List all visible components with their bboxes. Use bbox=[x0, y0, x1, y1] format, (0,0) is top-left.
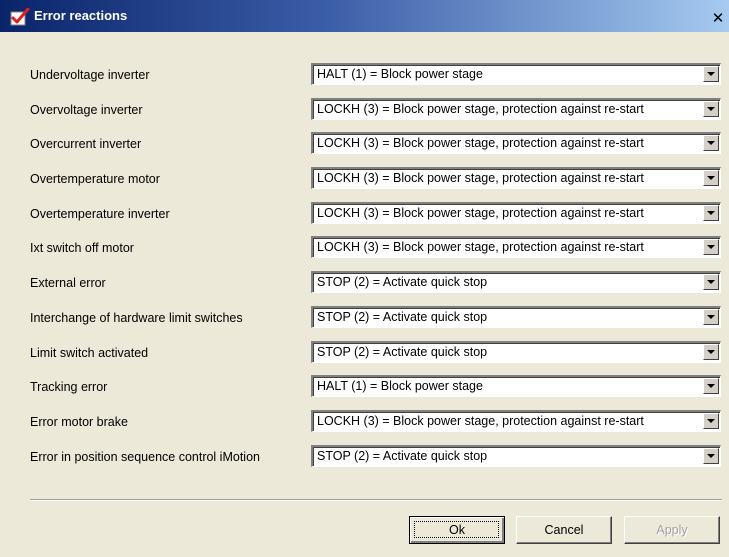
apply-button[interactable]: Apply bbox=[624, 516, 720, 544]
dropdown-button[interactable] bbox=[703, 170, 719, 187]
dropdown-button[interactable] bbox=[703, 412, 719, 429]
setting-label: Overvoltage inverter bbox=[30, 102, 143, 117]
reaction-selected-value: STOP (2) = Activate quick stop bbox=[317, 344, 488, 359]
reaction-selected-value: LOCKH (3) = Block power stage, protectio… bbox=[317, 136, 644, 151]
setting-row-interchange-limit-switches: Interchange of hardware limit switches S… bbox=[0, 305, 729, 341]
setting-row-overtemperature-motor: Overtemperature motor LOCKH (3) = Block … bbox=[0, 167, 729, 202]
setting-row-undervoltage-inverter: Undervoltage inverter HALT (1) = Block p… bbox=[0, 63, 729, 98]
reaction-selected-value: LOCKH (3) = Block power stage, protectio… bbox=[317, 413, 644, 428]
reaction-selected-value: LOCKH (3) = Block power stage, protectio… bbox=[317, 205, 644, 220]
chevron-down-icon bbox=[707, 453, 715, 458]
reaction-dropdown[interactable]: LOCKH (3) = Block power stage, protectio… bbox=[311, 97, 721, 120]
chevron-down-icon bbox=[707, 176, 715, 181]
setting-label: Tracking error bbox=[30, 380, 108, 395]
chevron-down-icon bbox=[707, 245, 715, 250]
dropdown-button[interactable] bbox=[703, 135, 719, 152]
reaction-dropdown[interactable]: STOP (2) = Activate quick stop bbox=[311, 271, 721, 294]
reaction-selected-value: HALT (1) = Block power stage bbox=[317, 379, 483, 394]
setting-label: Error in position sequence control iMoti… bbox=[30, 449, 260, 464]
setting-row-overtemperature-inverter: Overtemperature inverter LOCKH (3) = Blo… bbox=[0, 201, 729, 237]
dropdown-button[interactable] bbox=[703, 343, 719, 360]
reaction-selected-value: STOP (2) = Activate quick stop bbox=[317, 309, 488, 324]
dropdown-button[interactable] bbox=[703, 378, 719, 395]
chevron-down-icon bbox=[707, 106, 715, 111]
chevron-down-icon bbox=[707, 314, 715, 319]
chevron-down-icon bbox=[707, 349, 715, 354]
setting-row-tracking-error: Tracking error HALT (1) = Block power st… bbox=[0, 375, 729, 410]
setting-row-position-sequence-control: Error in position sequence control iMoti… bbox=[0, 444, 729, 480]
close-icon[interactable]: ✕ bbox=[709, 10, 727, 26]
reaction-dropdown[interactable]: LOCKH (3) = Block power stage, protectio… bbox=[311, 236, 721, 259]
setting-label: Overtemperature inverter bbox=[30, 206, 170, 221]
chevron-down-icon bbox=[707, 384, 715, 389]
setting-label: Ixt switch off motor bbox=[30, 241, 134, 256]
reaction-dropdown[interactable]: LOCKH (3) = Block power stage, protectio… bbox=[311, 132, 721, 155]
dropdown-button[interactable] bbox=[703, 100, 719, 117]
setting-label: Error motor brake bbox=[30, 414, 128, 429]
reaction-dropdown[interactable]: HALT (1) = Block power stage bbox=[311, 375, 721, 398]
ok-button-label: Ok bbox=[449, 523, 465, 537]
reaction-dropdown[interactable]: STOP (2) = Activate quick stop bbox=[311, 305, 721, 328]
setting-row-overcurrent-inverter: Overcurrent inverter LOCKH (3) = Block p… bbox=[0, 132, 729, 167]
reaction-dropdown[interactable]: STOP (2) = Activate quick stop bbox=[311, 444, 721, 467]
setting-label: Interchange of hardware limit switches bbox=[30, 310, 243, 325]
reaction-selected-value: LOCKH (3) = Block power stage, protectio… bbox=[317, 171, 644, 186]
setting-row-limit-switch-activated: Limit switch activated STOP (2) = Activa… bbox=[0, 340, 729, 376]
dropdown-button[interactable] bbox=[703, 308, 719, 325]
reaction-selected-value: LOCKH (3) = Block power stage, protectio… bbox=[317, 240, 644, 255]
chevron-down-icon bbox=[707, 141, 715, 146]
chevron-down-icon bbox=[707, 280, 715, 285]
reaction-selected-value: LOCKH (3) = Block power stage, protectio… bbox=[317, 101, 644, 116]
chevron-down-icon bbox=[707, 418, 715, 423]
reaction-dropdown[interactable]: LOCKH (3) = Block power stage, protectio… bbox=[311, 409, 721, 432]
dropdown-button[interactable] bbox=[703, 239, 719, 256]
app-icon bbox=[10, 8, 30, 26]
apply-button-label: Apply bbox=[656, 523, 688, 537]
error-reactions-dialog: Error reactions ✕ Undervoltage inverter … bbox=[0, 0, 729, 557]
reaction-dropdown[interactable]: LOCKH (3) = Block power stage, protectio… bbox=[311, 167, 721, 190]
cancel-button[interactable]: Cancel bbox=[516, 516, 612, 544]
title-bar[interactable]: Error reactions ✕ bbox=[0, 0, 729, 32]
dropdown-button[interactable] bbox=[703, 204, 719, 221]
setting-label: Undervoltage inverter bbox=[30, 68, 150, 82]
setting-label: Overcurrent inverter bbox=[30, 137, 142, 152]
setting-row-ixt-switch-off-motor: Ixt switch off motor LOCKH (3) = Block p… bbox=[0, 236, 729, 271]
error-reaction-list: Undervoltage inverter HALT (1) = Block p… bbox=[0, 63, 729, 479]
reaction-dropdown[interactable]: LOCKH (3) = Block power stage, protectio… bbox=[311, 201, 721, 224]
dropdown-button[interactable] bbox=[703, 274, 719, 291]
button-separator bbox=[30, 499, 722, 501]
reaction-dropdown[interactable]: STOP (2) = Activate quick stop bbox=[311, 340, 721, 363]
ok-button[interactable]: Ok bbox=[409, 516, 505, 544]
reaction-selected-value: HALT (1) = Block power stage bbox=[317, 67, 483, 81]
setting-label: External error bbox=[30, 276, 106, 291]
reaction-selected-value: STOP (2) = Activate quick stop bbox=[317, 275, 488, 290]
reaction-dropdown[interactable]: HALT (1) = Block power stage bbox=[311, 63, 721, 85]
chevron-down-icon bbox=[707, 72, 715, 76]
setting-row-overvoltage-inverter: Overvoltage inverter LOCKH (3) = Block p… bbox=[0, 97, 729, 133]
chevron-down-icon bbox=[707, 210, 715, 215]
setting-label: Limit switch activated bbox=[30, 345, 149, 360]
dropdown-button[interactable] bbox=[703, 66, 719, 82]
dropdown-button[interactable] bbox=[703, 447, 719, 464]
setting-row-error-motor-brake: Error motor brake LOCKH (3) = Block powe… bbox=[0, 409, 729, 445]
setting-row-external-error: External error STOP (2) = Activate quick… bbox=[0, 271, 729, 306]
reaction-selected-value: STOP (2) = Activate quick stop bbox=[317, 448, 488, 463]
setting-label: Overtemperature motor bbox=[30, 172, 160, 187]
cancel-button-label: Cancel bbox=[544, 523, 584, 537]
window-title: Error reactions bbox=[34, 8, 128, 23]
